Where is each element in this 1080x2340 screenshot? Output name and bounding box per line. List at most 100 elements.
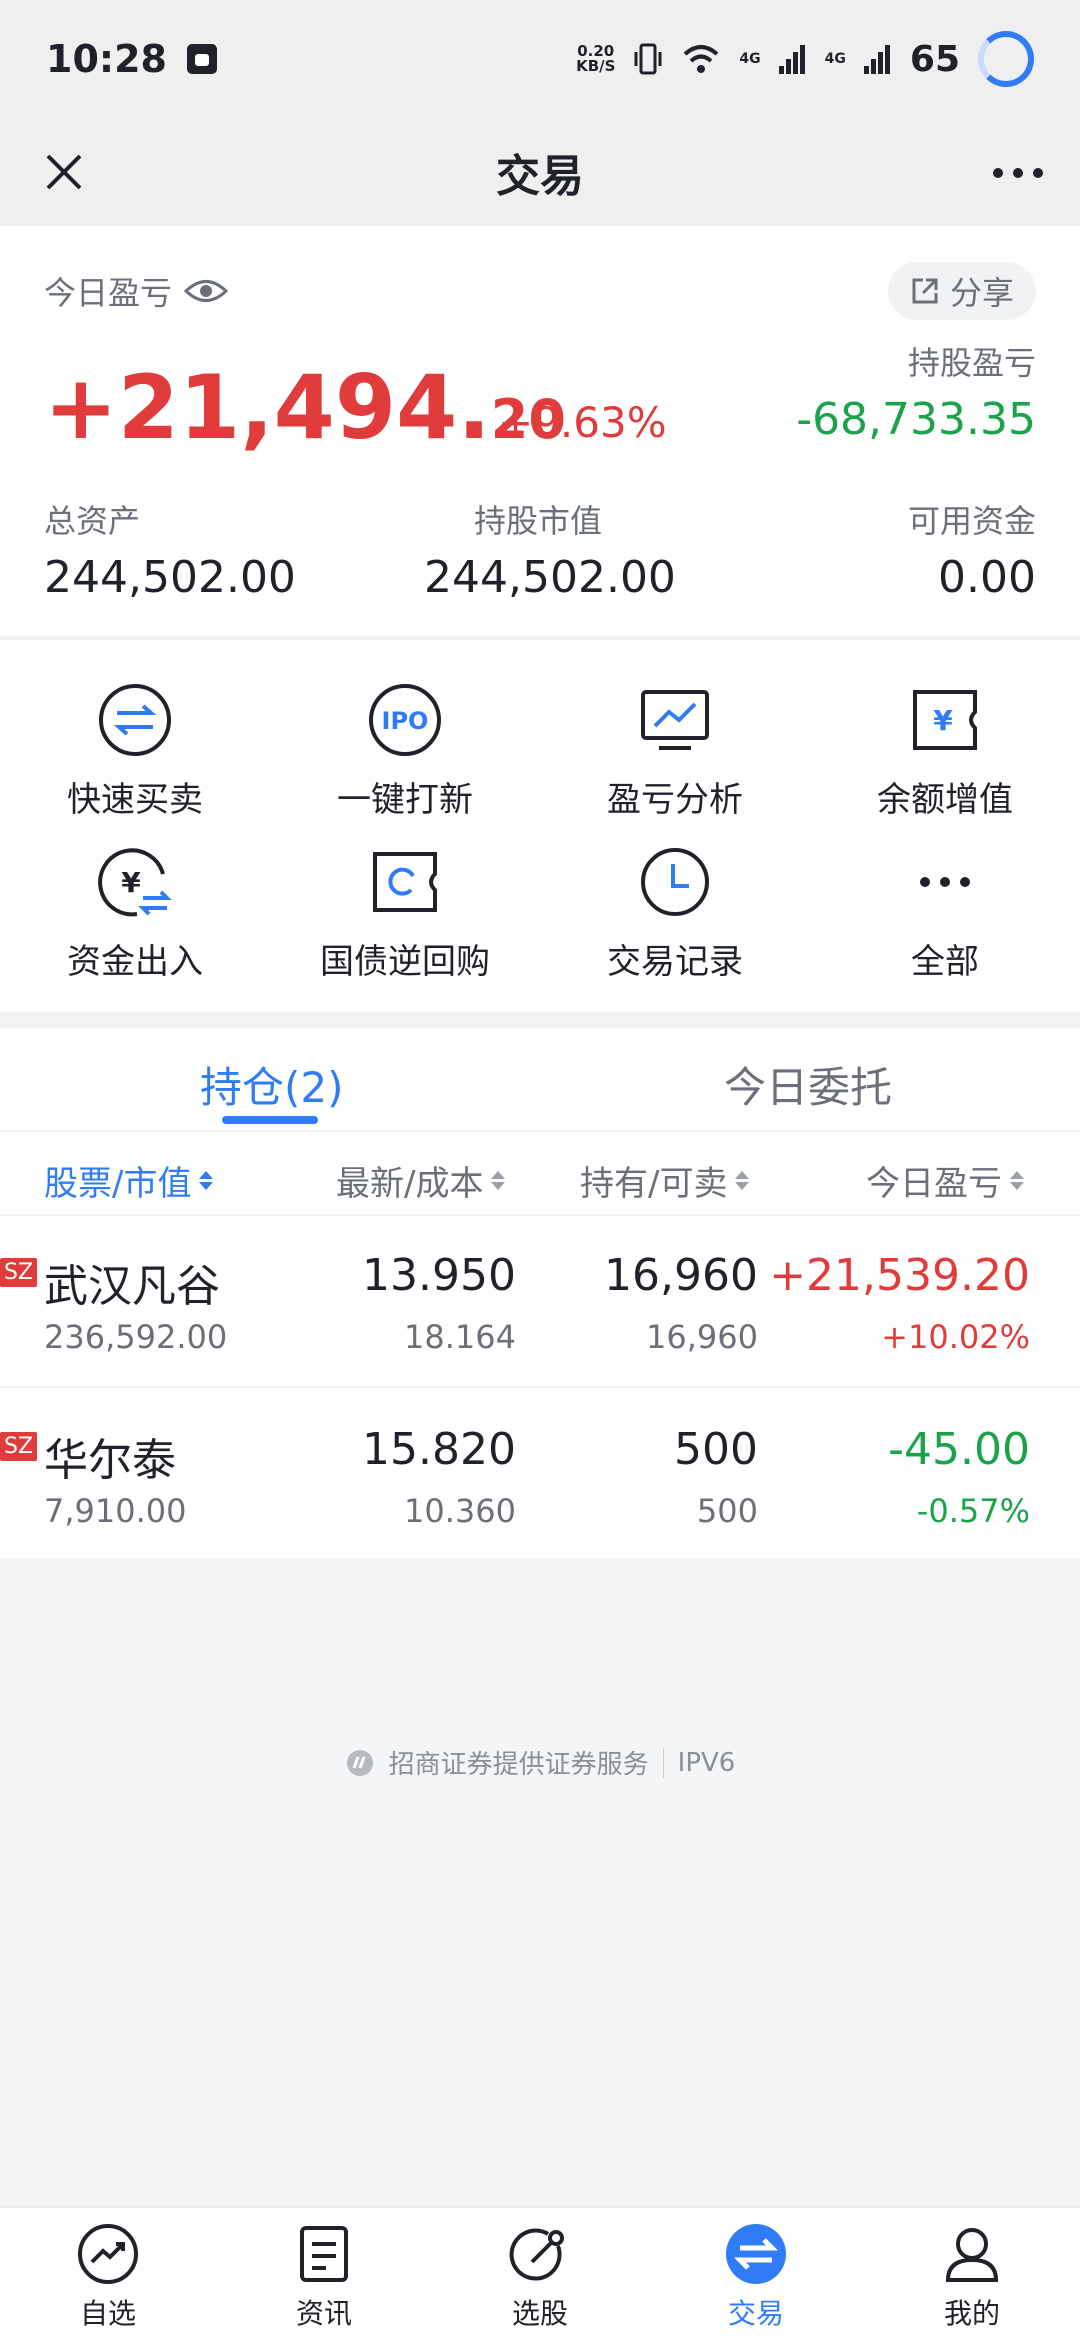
share-button[interactable]: 分享 bbox=[887, 262, 1036, 320]
stock-name: 华尔泰 bbox=[44, 1435, 176, 1486]
battery-level: 65 bbox=[909, 38, 960, 80]
status-left: 10:28 bbox=[46, 37, 219, 81]
holding-pnl-label: 持股盈亏 bbox=[907, 344, 1036, 382]
wifi-icon bbox=[684, 45, 719, 73]
latest-price: 15.820 bbox=[362, 1424, 516, 1475]
network-type-1: 4G bbox=[739, 51, 761, 67]
bottom-nav: 自选 资讯 选股 交易 我的 bbox=[0, 2206, 1080, 2340]
quick-action-fund-transfer[interactable]: ¥ 资金出入 bbox=[0, 844, 270, 1004]
today-pnl-value: +21,494.20 bbox=[44, 356, 566, 459]
stock-picker-icon bbox=[509, 2228, 564, 2281]
col-header-stock[interactable]: 股票/市值 bbox=[44, 1156, 214, 1205]
svg-text:IPO: IPO bbox=[382, 707, 429, 735]
quick-action-trade-records[interactable]: 交易记录 bbox=[540, 844, 810, 1004]
tab-today-orders[interactable]: 今日委托 bbox=[724, 1054, 892, 1115]
stock-name: 武汉凡谷 bbox=[44, 1261, 220, 1312]
ipo-icon: IPO bbox=[369, 684, 441, 756]
nav-stock-picker[interactable]: 选股 bbox=[432, 2222, 648, 2332]
nav-news[interactable]: 资讯 bbox=[216, 2222, 432, 2332]
sellable-qty: 500 bbox=[696, 1492, 758, 1530]
notification-icon bbox=[186, 44, 217, 74]
market-badge: SZ bbox=[0, 1432, 38, 1461]
nav-watchlist[interactable]: 自选 bbox=[0, 2222, 216, 2332]
available-funds: 可用资金 0.00 bbox=[907, 502, 1036, 603]
today-pnl-percent: +10.02% bbox=[881, 1318, 1030, 1356]
tab-positions[interactable]: 持仓(2) bbox=[200, 1054, 344, 1115]
share-label: 分享 bbox=[949, 274, 1014, 312]
signal-icon-2 bbox=[863, 45, 890, 74]
market-badge: SZ bbox=[0, 1258, 38, 1287]
holdings-tabs: 持仓(2) 今日委托 bbox=[0, 1028, 1080, 1132]
col-header-position[interactable]: 持有/可卖 bbox=[580, 1156, 750, 1205]
today-pnl-label: 今日盈亏 bbox=[44, 274, 173, 312]
market-value: 持股市值 244,502.00 bbox=[424, 502, 676, 603]
clock-icon bbox=[641, 848, 709, 916]
today-pnl-percent: -0.57% bbox=[916, 1492, 1030, 1530]
trade-icon bbox=[726, 2224, 786, 2284]
clock-time: 10:28 bbox=[46, 37, 167, 81]
cost-price: 10.360 bbox=[404, 1492, 516, 1530]
news-icon bbox=[300, 2226, 348, 2282]
table-row[interactable]: SZ 华尔泰 7,910.00 15.820 10.360 500 500 -4… bbox=[0, 1390, 1080, 1562]
quick-action-balance-growth[interactable]: ¥ 余额增值 bbox=[810, 682, 1080, 842]
swap-icon bbox=[99, 684, 171, 756]
table-row[interactable]: SZ 武汉凡谷 236,592.00 13.950 18.164 16,960 … bbox=[0, 1216, 1080, 1388]
sellable-qty: 16,960 bbox=[646, 1318, 758, 1356]
broker-logo-icon bbox=[346, 1749, 373, 1776]
svg-text:¥: ¥ bbox=[121, 866, 141, 899]
broker-provider-text: 招商证券提供证券服务 bbox=[388, 1750, 649, 1780]
today-pnl-percent: +9.63% bbox=[498, 398, 667, 447]
cost-price: 18.164 bbox=[404, 1318, 516, 1356]
status-right: 0.20 KB/S 4G 4G 65 bbox=[576, 31, 1034, 87]
net-speed: 0.20 KB/S bbox=[576, 42, 616, 75]
yen-ticket-icon: ¥ bbox=[913, 690, 977, 750]
person-icon bbox=[945, 2228, 999, 2282]
yen-transfer-icon: ¥ bbox=[98, 848, 172, 917]
quick-actions-grid: 快速买卖 IPO 一键打新 盈亏分析 ¥ 余额增值 ¥ 资金出入 国债逆回购 交… bbox=[0, 638, 1080, 1012]
holdings-table-header: 股票/市值 最新/成本 持有/可卖 今日盈亏 bbox=[0, 1132, 1080, 1216]
quick-action-pnl-analysis[interactable]: 盈亏分析 bbox=[540, 682, 810, 842]
quick-action-all[interactable]: 全部 bbox=[810, 844, 1080, 1004]
close-icon[interactable] bbox=[34, 142, 94, 202]
holding-qty: 16,960 bbox=[604, 1250, 758, 1301]
share-icon bbox=[912, 278, 938, 304]
col-header-today-pnl[interactable]: 今日盈亏 bbox=[866, 1156, 1024, 1205]
vibrate-icon bbox=[634, 43, 662, 75]
holdings-panel: 持仓(2) 今日委托 股票/市值 最新/成本 持有/可卖 今日盈亏 SZ 武汉凡… bbox=[0, 1028, 1080, 1558]
ipv6-badge: IPV6 bbox=[662, 1747, 735, 1778]
today-pnl-label-group: 今日盈亏 bbox=[44, 268, 229, 314]
stock-market-value: 7,910.00 bbox=[44, 1492, 187, 1530]
refresh-ticket-icon bbox=[373, 852, 437, 912]
quick-action-ipo[interactable]: IPO 一键打新 bbox=[270, 682, 540, 842]
more-icon bbox=[920, 877, 970, 887]
battery-ring-icon bbox=[978, 31, 1034, 87]
network-type-2: 4G bbox=[824, 51, 846, 67]
eye-icon[interactable] bbox=[184, 276, 229, 306]
total-assets: 总资产 244,502.00 bbox=[44, 502, 296, 603]
signal-icon-1 bbox=[778, 45, 805, 74]
svg-text:¥: ¥ bbox=[933, 704, 953, 737]
sort-icon bbox=[199, 1171, 214, 1190]
col-header-price[interactable]: 最新/成本 bbox=[336, 1156, 506, 1205]
quick-action-fast-trade[interactable]: 快速买卖 bbox=[0, 682, 270, 842]
more-options-icon[interactable] bbox=[990, 158, 1046, 188]
today-pnl: +21,539.20 bbox=[769, 1250, 1030, 1301]
latest-price: 13.950 bbox=[362, 1250, 516, 1301]
trend-icon bbox=[78, 2224, 138, 2284]
sort-icon bbox=[735, 1171, 750, 1190]
stock-market-value: 236,592.00 bbox=[44, 1318, 228, 1356]
app-bar: 交易 bbox=[0, 118, 1080, 226]
chart-monitor-icon bbox=[641, 690, 709, 750]
sort-icon bbox=[1010, 1171, 1024, 1190]
status-bar: 10:28 0.20 KB/S 4G 4G 65 bbox=[0, 0, 1080, 118]
nav-trade[interactable]: 交易 bbox=[648, 2222, 864, 2332]
account-summary: 今日盈亏 分享 +21,494.20 +9.63% 持股盈亏 -68,733.3… bbox=[0, 226, 1080, 636]
quick-action-reverse-repo[interactable]: 国债逆回购 bbox=[270, 844, 540, 1004]
nav-profile[interactable]: 我的 bbox=[864, 2222, 1080, 2332]
tab-active-indicator bbox=[222, 1116, 318, 1124]
asset-row: 总资产 244,502.00 持股市值 244,502.00 可用资金 0.00 bbox=[44, 496, 1036, 606]
page-title: 交易 bbox=[496, 151, 584, 202]
sort-icon bbox=[491, 1171, 506, 1190]
today-pnl: -45.00 bbox=[888, 1424, 1030, 1475]
holding-qty: 500 bbox=[674, 1424, 758, 1475]
